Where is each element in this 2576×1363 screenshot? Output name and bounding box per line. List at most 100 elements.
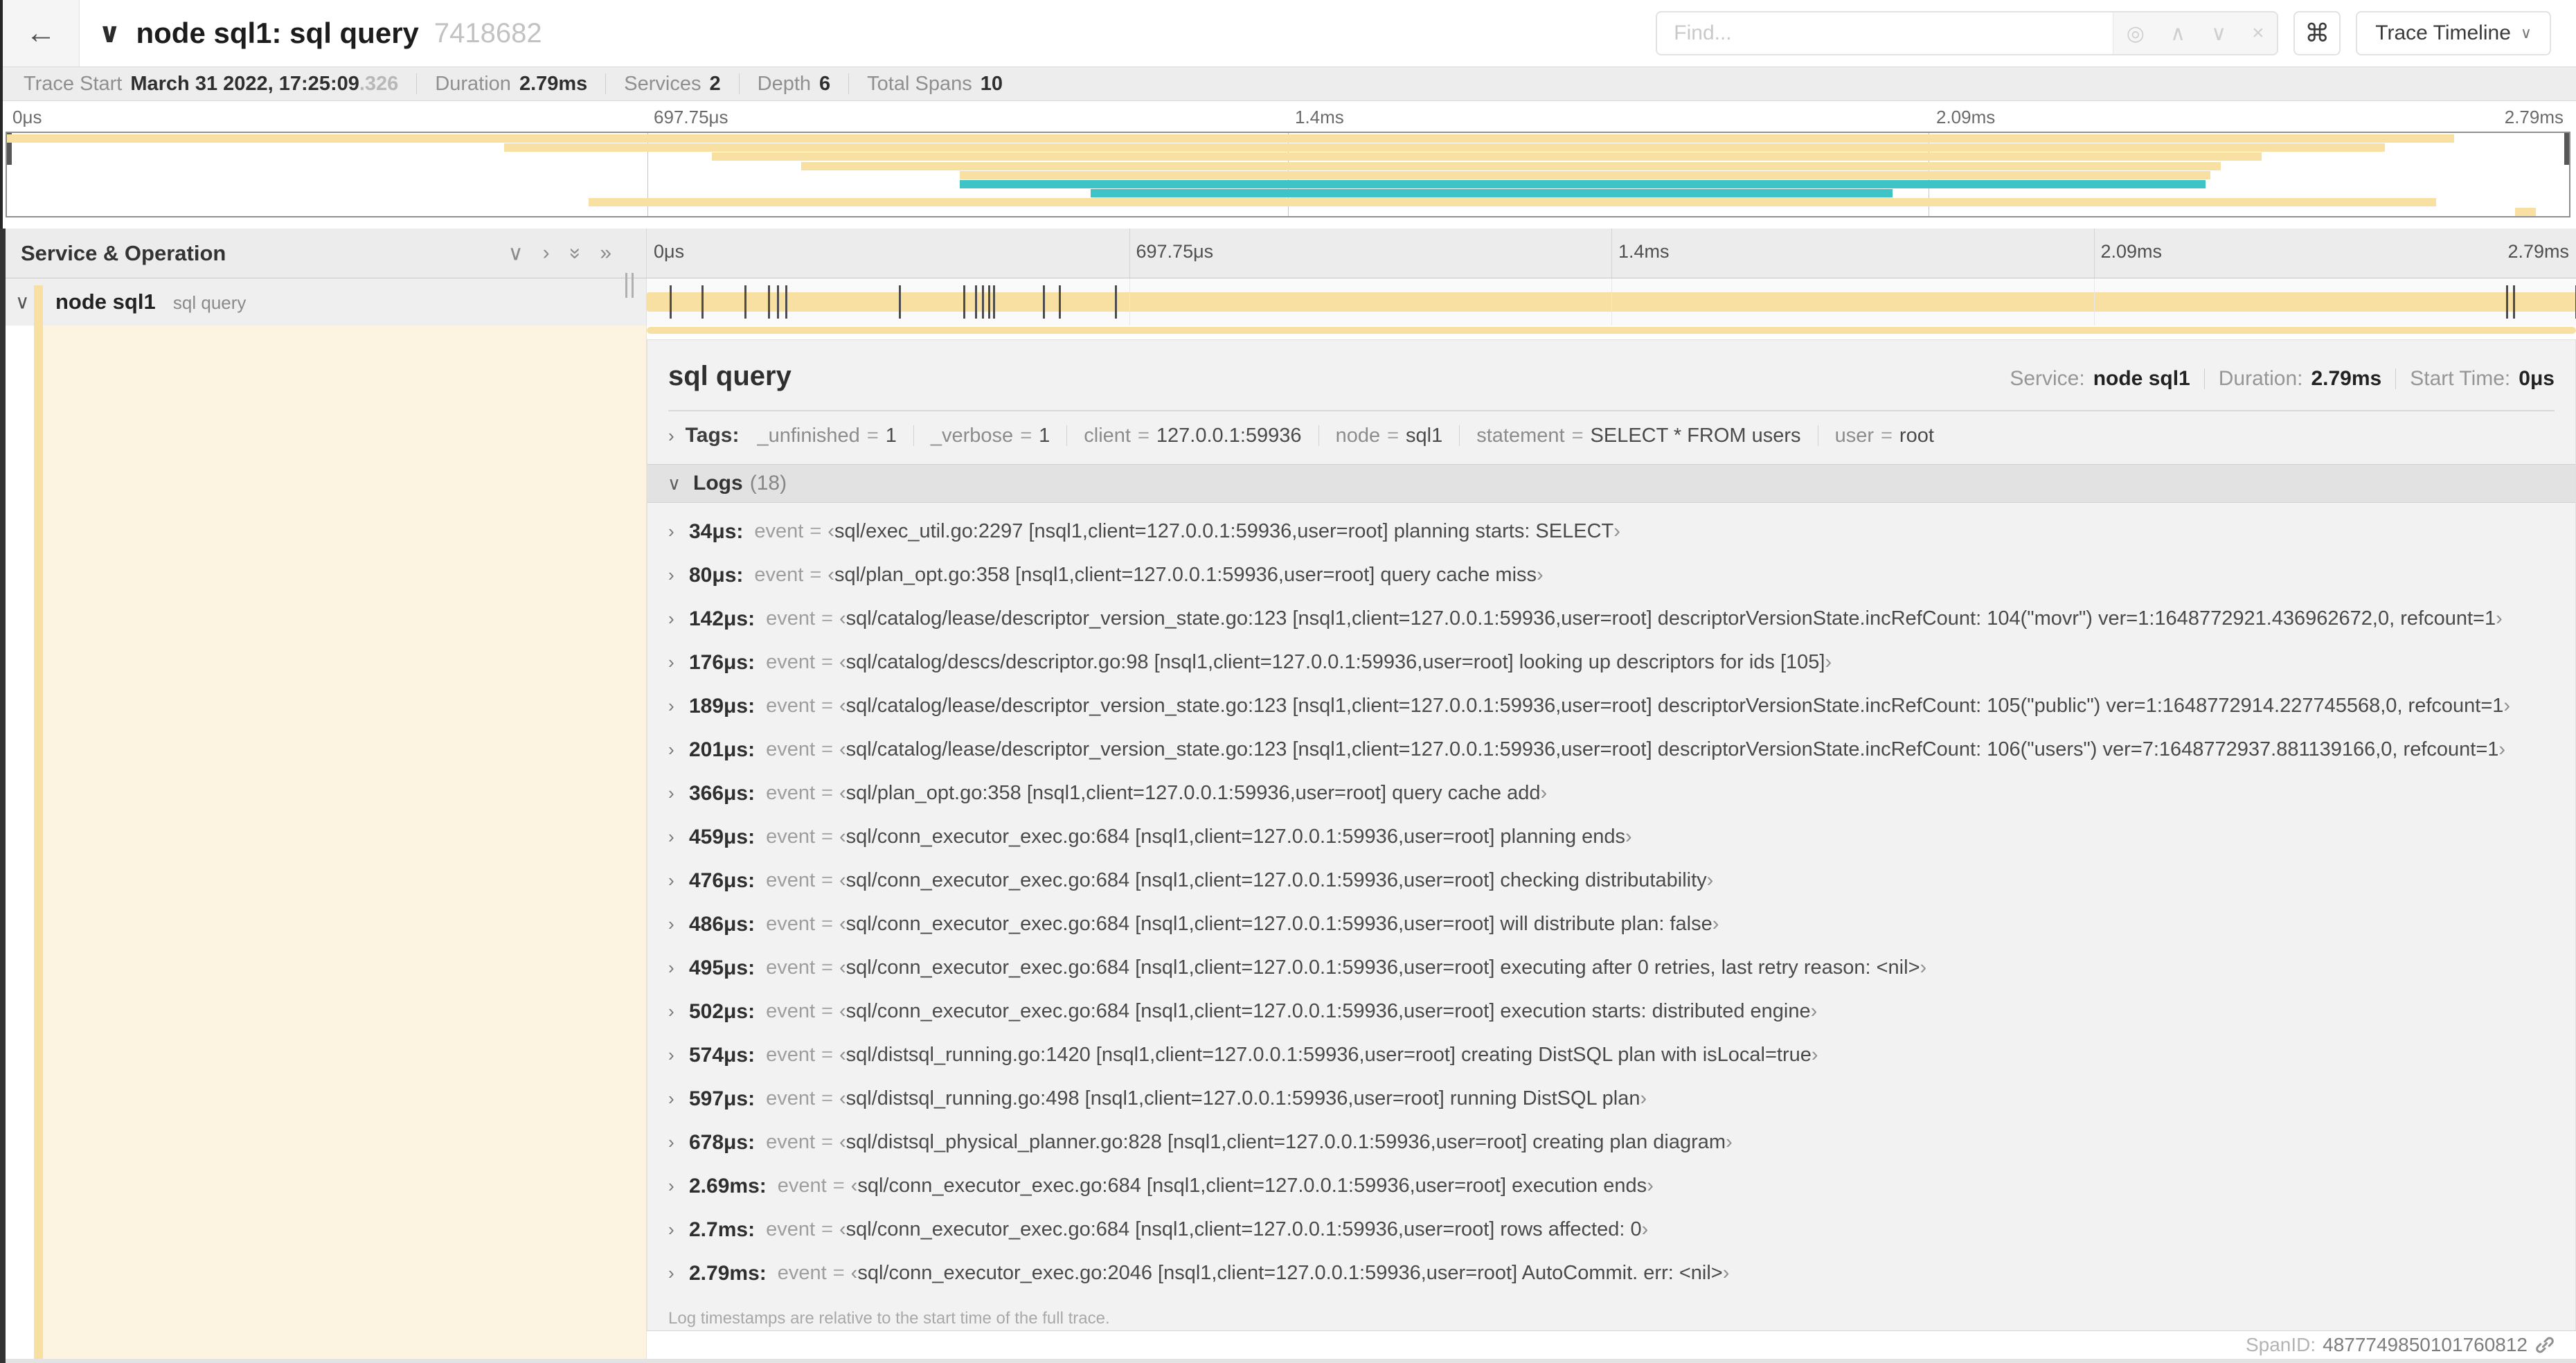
log-row[interactable]: › 80μs: event = ‹ sql/plan_opt.go:358 [nsql1,… [668, 553, 2555, 597]
double-chevron-right-icon[interactable]: » [600, 241, 611, 265]
tag-value: 1 [1039, 424, 1050, 447]
minimap-tick-labels: 0μs 697.75μs 1.4ms 2.09ms 2.79ms [6, 101, 2570, 132]
log-quote-close: › [1641, 1218, 1649, 1240]
log-quote-close: › [1706, 869, 1714, 891]
log-field-value: sql/distsql_physical_planner.go:828 [nsq… [846, 1131, 1726, 1153]
log-quote-open: ‹ [850, 1262, 858, 1284]
chevron-right-icon[interactable]: › [668, 739, 689, 760]
log-event-tick [785, 285, 787, 319]
log-field-key: event [766, 869, 816, 891]
log-field-value: sql/conn_executor_exec.go:684 [nsql1,cli… [857, 1175, 1647, 1197]
stat-label: Duration [435, 72, 511, 95]
tag-separator [1066, 425, 1068, 446]
log-row[interactable]: › 678μs: event = ‹ sql/distsql_physical_plann… [668, 1121, 2555, 1164]
log-row[interactable]: › 495μs: event = ‹ sql/conn_executor_exec.go:… [668, 946, 2555, 990]
log-field-value: sql/conn_executor_exec.go:684 [nsql1,cli… [846, 1218, 1642, 1240]
log-quote-open: ‹ [839, 826, 846, 848]
chevron-right-icon[interactable]: › [668, 652, 689, 673]
log-field-value: sql/catalog/lease/descriptor_version_sta… [846, 738, 2499, 760]
log-timestamp: 2.79ms: [689, 1261, 767, 1285]
link-icon[interactable] [2534, 1335, 2555, 1355]
log-field-key: event [766, 1044, 816, 1066]
keyboard-shortcuts-button[interactable]: ⌘ [2293, 11, 2341, 55]
log-quote-open: ‹ [839, 1087, 846, 1110]
log-quote-open: ‹ [839, 1000, 846, 1022]
chevron-right-icon[interactable]: › [668, 1044, 689, 1066]
meta-separator [2203, 368, 2205, 389]
tag-key: statement [1476, 424, 1565, 447]
log-row[interactable]: › 366μs: event = ‹ sql/plan_opt.go:358 [nsql1… [668, 772, 2555, 815]
find-group: ◎ ∧ ∨ × [1656, 11, 2279, 55]
span-collapse-chevron-icon[interactable]: ∨ [15, 291, 30, 314]
log-equals: = [832, 1262, 845, 1284]
log-row[interactable]: › 176μs: event = ‹ sql/catalog/descs/descript… [668, 641, 2555, 684]
target-icon[interactable]: ◎ [2127, 21, 2145, 46]
log-equals: = [821, 1044, 833, 1066]
close-icon[interactable]: × [2252, 21, 2264, 45]
log-equals: = [821, 1131, 833, 1153]
log-equals: = [821, 607, 833, 630]
log-row[interactable]: › 502μs: event = ‹ sql/conn_executor_exec.go:… [668, 990, 2555, 1033]
double-chevron-down-icon[interactable]: » [562, 247, 587, 259]
meta-label: Duration: [2218, 367, 2303, 390]
tags-row[interactable]: › Tags: _unfinished = 1 _verbose = 1 client = 12… [668, 424, 2555, 447]
chevron-up-icon[interactable]: ∧ [2170, 21, 2185, 46]
chevron-right-icon[interactable]: › [668, 870, 689, 891]
chevron-right-icon[interactable]: › [668, 608, 689, 630]
chevron-right-icon[interactable]: › [668, 1219, 689, 1240]
log-row[interactable]: › 574μs: event = ‹ sql/distsql_running.go:142… [668, 1033, 2555, 1077]
span-row-label[interactable]: ∨ node sql1 sql query [0, 278, 647, 326]
back-button[interactable]: ← [3, 0, 80, 66]
log-row[interactable]: › 189μs: event = ‹ sql/catalog/lease/descript… [668, 684, 2555, 728]
detail-meta: Service: node sql1 Duration: 2.79ms Start Ti… [2010, 367, 2555, 391]
find-input[interactable] [1657, 12, 2113, 54]
log-quote-close: › [1712, 913, 1719, 935]
log-row[interactable]: › 476μs: event = ‹ sql/conn_executor_exec.go:… [668, 859, 2555, 902]
chevron-right-icon[interactable]: › [668, 1001, 689, 1022]
log-quote-open: ‹ [839, 913, 846, 935]
log-event-tick [975, 285, 978, 319]
chevron-down-icon[interactable]: ∨ [2211, 21, 2226, 46]
tick-label: 1.4ms [1618, 241, 1670, 262]
log-row[interactable]: › 2.69ms: event = ‹ sql/conn_executor_exec.go… [668, 1164, 2555, 1208]
find-buttons: ◎ ∧ ∨ × [2113, 12, 2278, 54]
trace-view-dropdown[interactable]: Trace Timeline ∨ [2356, 11, 2551, 55]
span-row-timeline[interactable] [647, 278, 2576, 326]
log-field-key: event [766, 1131, 816, 1153]
stat-label: Services [624, 72, 701, 95]
log-row[interactable]: › 142μs: event = ‹ sql/catalog/lease/descript… [668, 597, 2555, 641]
chevron-right-icon[interactable]: › [543, 241, 550, 265]
detail-operation-title: sql query [668, 361, 791, 391]
log-row[interactable]: › 486μs: event = ‹ sql/conn_executor_exec.go:… [668, 902, 2555, 946]
log-row[interactable]: › 2.7ms: event = ‹ sql/conn_executor_exec.go:… [668, 1208, 2555, 1251]
chevron-right-icon[interactable]: › [668, 1263, 689, 1284]
log-field-value: sql/conn_executor_exec.go:684 [nsql1,cli… [846, 1000, 1811, 1022]
log-field-key: event [766, 738, 816, 760]
chevron-right-icon[interactable]: › [668, 826, 689, 848]
log-row[interactable]: › 2.79ms: event = ‹ sql/conn_executor_exec.go… [668, 1251, 2555, 1295]
chevron-right-icon[interactable]: › [668, 521, 689, 542]
chevron-right-icon[interactable]: › [668, 914, 689, 935]
chevron-right-icon[interactable]: › [668, 957, 689, 979]
minimap-canvas[interactable] [6, 132, 2570, 217]
log-row[interactable]: › 34μs: event = ‹ sql/exec_util.go:2297 [nsql… [668, 510, 2555, 553]
trace-collapse-chevron-icon[interactable]: ∨ [98, 17, 120, 49]
tags-label[interactable]: Tags: [686, 424, 740, 447]
chevron-right-icon[interactable]: › [668, 1088, 689, 1110]
chevron-right-icon[interactable]: › [668, 425, 674, 447]
chevron-right-icon[interactable]: › [668, 783, 689, 804]
chevron-right-icon[interactable]: › [668, 695, 689, 717]
log-equals: = [821, 695, 833, 717]
chevron-down-icon[interactable]: ∨ [508, 241, 524, 265]
chevron-right-icon[interactable]: › [668, 564, 689, 586]
chevron-right-icon[interactable]: › [668, 1132, 689, 1153]
logs-header[interactable]: ∨ Logs (18) [647, 464, 2575, 503]
log-timestamp: 80μs: [689, 563, 744, 587]
log-row[interactable]: › 459μs: event = ‹ sql/conn_executor_exec.go:… [668, 815, 2555, 859]
column-resize-grip[interactable] [625, 273, 634, 298]
log-row[interactable]: › 597μs: event = ‹ sql/distsql_running.go:498… [668, 1077, 2555, 1121]
tag-equals: = [1020, 424, 1032, 447]
log-row[interactable]: › 201μs: event = ‹ sql/catalog/lease/descript… [668, 728, 2555, 772]
minimap-right-handle[interactable] [2564, 133, 2569, 165]
chevron-right-icon[interactable]: › [668, 1175, 689, 1197]
